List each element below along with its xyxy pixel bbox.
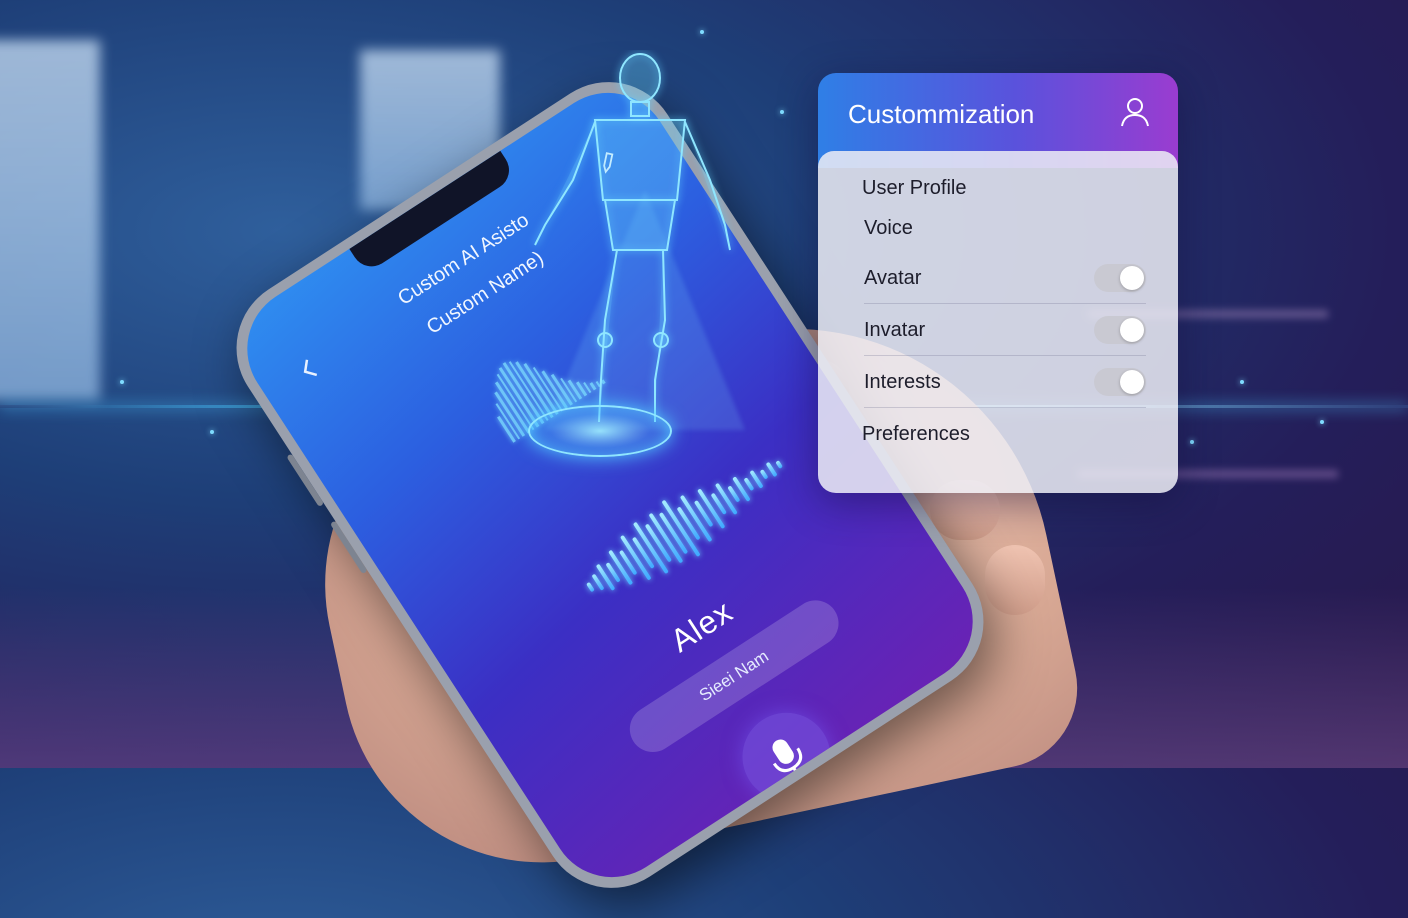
toggle-knob <box>1120 370 1144 394</box>
settings-list: User Profile Voice Avatar Invatar Intere… <box>818 151 1178 493</box>
particle <box>1190 440 1194 444</box>
menu-item-avatar[interactable]: Avatar <box>864 253 1146 304</box>
particle <box>1240 380 1244 384</box>
toggle-knob <box>1120 318 1144 342</box>
customization-panel: Custommization User Profile Voice Avatar… <box>818 73 1178 493</box>
particle <box>210 430 214 434</box>
particle <box>120 380 124 384</box>
finger <box>985 545 1045 615</box>
avatar-toggle[interactable] <box>1094 264 1146 292</box>
particle <box>780 110 784 114</box>
hologram-base <box>528 405 672 457</box>
menu-item-invatar[interactable]: Invatar <box>864 305 1146 356</box>
menu-item-label: Preferences <box>862 422 970 445</box>
menu-item-label: Interests <box>864 370 941 393</box>
waveform-bar <box>743 477 755 492</box>
waveform-bar <box>585 582 595 593</box>
menu-item-voice[interactable]: Voice <box>864 203 1146 253</box>
user-icon[interactable] <box>1118 95 1152 129</box>
menu-item-label: Avatar <box>864 266 922 289</box>
menu-item-label: User Profile <box>862 176 967 199</box>
background-window <box>0 40 100 400</box>
toggle-knob <box>1120 266 1144 290</box>
waveform-bar <box>774 460 783 470</box>
menu-item-interests[interactable]: Interests <box>864 357 1146 408</box>
interests-toggle[interactable] <box>1094 368 1146 396</box>
invatar-toggle[interactable] <box>1094 316 1146 344</box>
menu-item-label: Voice <box>864 216 913 239</box>
panel-title: Custommization <box>848 99 1035 129</box>
particle <box>1320 420 1324 424</box>
menu-item-label: Invatar <box>864 318 926 341</box>
hologram-figure <box>534 53 731 423</box>
particle <box>700 30 704 34</box>
menu-item-preferences[interactable]: Preferences <box>862 409 1146 459</box>
waveform-bar <box>759 469 769 480</box>
